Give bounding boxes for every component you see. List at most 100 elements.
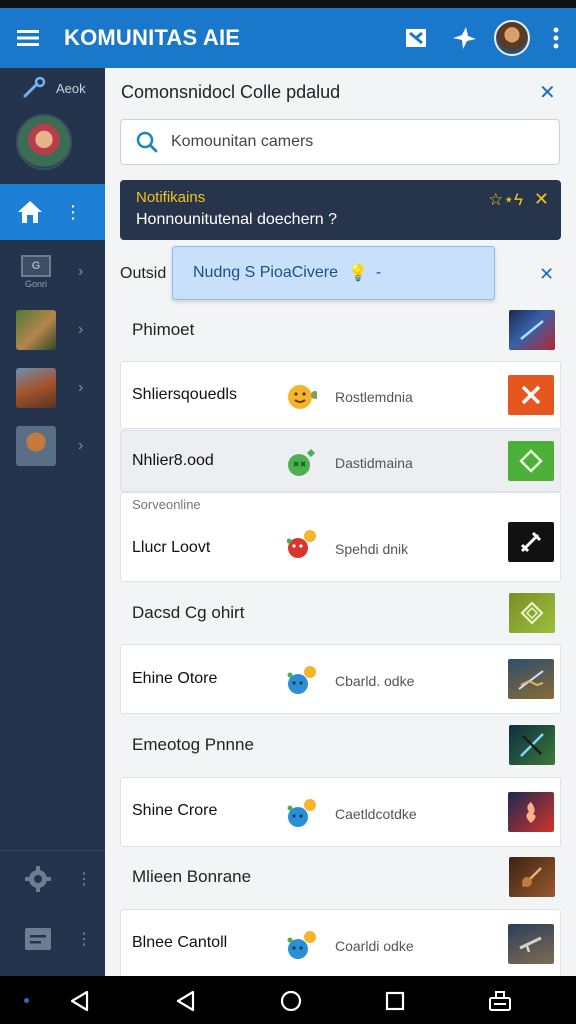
list-item[interactable]: Shliersqouedls Rostlemdnia [120,361,561,429]
list-section[interactable]: Emeotog Pnnne [120,720,561,770]
sidebar-item-label: Gonri [24,279,47,289]
game-thumbnail [16,426,56,466]
indicator-dot-icon [24,998,29,1003]
search-icon [136,131,158,153]
lightbulb-icon: 💡 [347,265,368,282]
home-icon [18,201,42,223]
menu-button[interactable] [0,8,56,68]
gear-icon [25,866,51,892]
app-bar: KOMUNITAS AIE [0,8,576,68]
more-vertical-icon [553,27,559,49]
game-tile [508,441,554,481]
item-status: Cbarld. odke [335,673,415,689]
item-name: Ehine Otore [132,670,218,687]
search-input[interactable] [171,133,531,151]
diamond-icon [520,601,544,625]
section-name: Mlieen Bonrane [132,867,252,886]
app-title: KOMUNITAS AIE [64,25,241,50]
item-status: Rostlemdnia [335,389,413,405]
more-vertical-icon[interactable]: ⋮ [76,869,92,889]
notification-title: Notifikains [136,189,206,206]
item-name: Llucr Loovt [132,539,211,556]
sidebar-avatar[interactable] [16,114,72,170]
flag-icon [406,29,426,47]
game-tile [509,593,555,633]
sidebar-header-label: Aeok [56,80,86,96]
keyboard-icon [489,991,511,1011]
avatar [494,20,530,56]
sidebar-item-game-1[interactable]: G Gonri › [0,244,105,300]
item-status: Spehdi dnik [335,541,409,557]
sidebar-item-home[interactable]: ⋮ [0,184,105,240]
notification-banner[interactable]: Notifikains Honnounitutenal doechern ? ☆… [120,180,561,240]
back-triangle-icon [70,990,89,1012]
sidebar-item-settings[interactable]: ⋮ [0,851,105,907]
game-icon: G Gonri [16,252,56,292]
game-tile [508,659,554,699]
game-tile [509,310,555,350]
wrench-icon [23,77,46,98]
list-item[interactable]: Ehine Otore Cbarld. odke [120,644,561,714]
close-section-button[interactable]: ✕ [539,264,554,285]
back-button-secondary[interactable] [172,988,198,1014]
home-button[interactable] [278,988,304,1014]
recents-square-icon [385,991,405,1011]
item-subtitle: Sorveonline [132,497,201,512]
back-button[interactable] [66,988,92,1014]
list-section[interactable]: Dacsd Cg ohirt [120,588,561,638]
sidebar-item-game-4[interactable]: › [0,418,105,474]
section-name: Phimoet [132,320,195,339]
list-item[interactable]: Shine Crore Caetldcotdke [120,777,561,847]
game-tile [508,924,554,964]
close-panel-button[interactable]: ✕ [539,80,556,105]
fire-icon [526,802,536,823]
flag-button[interactable] [392,8,440,68]
game-tile [508,375,554,415]
list-section[interactable]: Mlieen Bonrane [120,852,561,902]
section-name: Dacsd Cg ohirt [132,603,245,622]
tooltip-text: Nudng S PioaCivere [193,264,338,281]
blue-face-icon [287,931,316,959]
community-panel: Comonsnidocl Colle pdalud ✕ Notifikains … [105,68,576,976]
item-status: Dastidmaina [335,455,413,471]
game-tile [509,857,555,897]
more-vertical-icon[interactable]: ⋮ [64,202,82,223]
list-section[interactable]: Phimoet [120,305,561,355]
game-thumbnail [16,368,56,408]
star-bird-icon [453,27,476,49]
game-tile [508,522,554,562]
dismiss-notification-button[interactable]: ✕ [534,189,549,210]
profile-button[interactable] [488,8,536,68]
list-item[interactable]: Blnee Cantoll Coarldi odke [120,909,561,976]
more-vertical-icon[interactable]: ⋮ [76,929,92,949]
system-nav-bar [0,976,576,1024]
section-name: Emeotog Pnnne [132,735,254,754]
item-name: Blnee Cantoll [132,934,228,951]
smiley-icon [288,385,317,409]
game-tile [509,725,555,765]
screenshot-button[interactable] [487,988,513,1014]
sidebar-item-messages[interactable]: ⋮ [0,911,105,967]
sidebar-item-game-2[interactable]: › [0,302,105,358]
overflow-menu-button[interactable] [536,8,576,68]
diamond-icon [519,449,543,473]
share-button[interactable] [440,8,488,68]
blue-face-icon [287,666,316,694]
item-name: Nhlier8.ood [132,452,214,469]
blue-face-icon [287,799,316,827]
list-item[interactable]: Sorveonline Llucr Loovt Spehdi dnik [120,492,561,582]
sword-icon [520,531,542,553]
sidebar: Aeok ⋮ G Gonri › › › › ⋮ ⋮ [0,68,105,976]
back-triangle-icon [176,990,195,1012]
recents-button[interactable] [382,988,408,1014]
status-bar [0,0,576,8]
red-face-icon [287,530,316,558]
sidebar-header[interactable]: Aeok [0,68,105,108]
home-circle-icon [280,990,302,1012]
search-bar[interactable] [120,119,560,165]
item-name: Shine Crore [132,802,218,819]
guitar-icon [522,867,542,887]
list-item[interactable]: Nhlier8.ood Dastidmaina [120,430,561,492]
game-tile [508,792,554,832]
sidebar-item-game-3[interactable]: › [0,360,105,416]
